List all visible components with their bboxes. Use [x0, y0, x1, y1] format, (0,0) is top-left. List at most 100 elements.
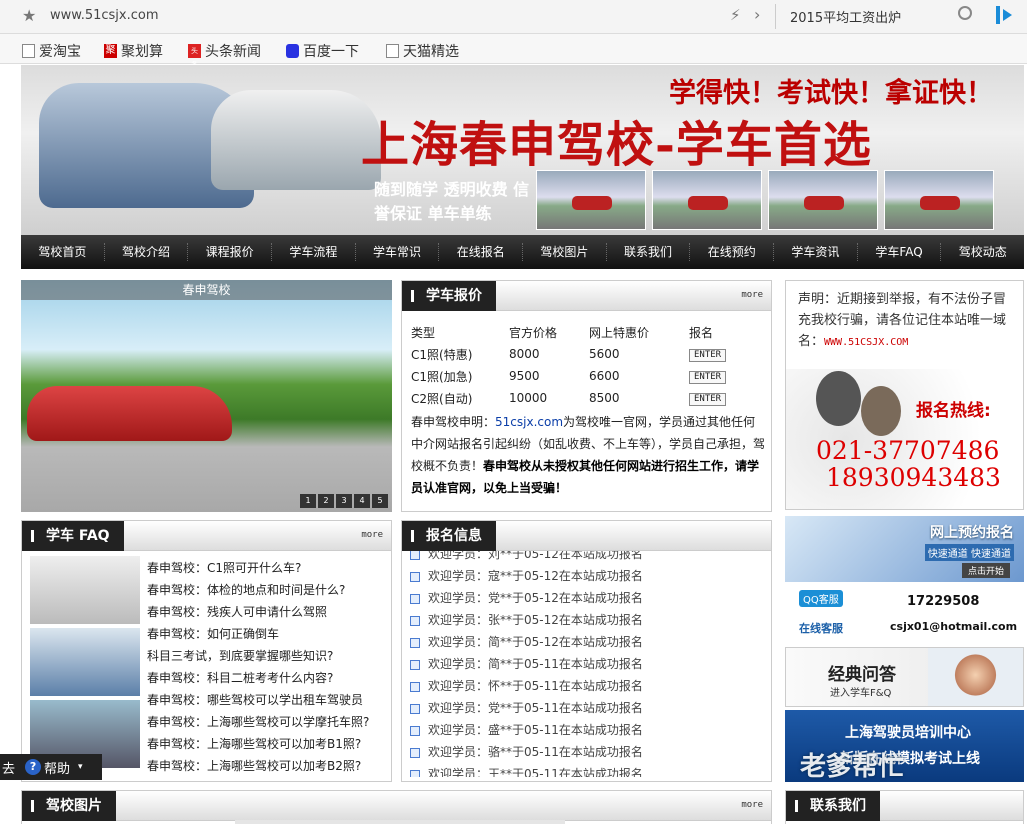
slideshow-pager: 1 2 3 4 5: [300, 494, 388, 508]
slide-page-button[interactable]: 3: [336, 494, 352, 508]
online-price: 6600: [589, 369, 620, 383]
faq-photo-classroom: [30, 628, 140, 696]
faq-item[interactable]: 春申驾校：C1照可开什么车?: [147, 557, 391, 579]
notice-url[interactable]: 51csjx.com: [495, 415, 563, 429]
list-item: 欢迎学员：张**于05-12在本站成功报名: [408, 609, 768, 631]
help-icon: ?: [25, 759, 42, 775]
faq-images: [30, 556, 140, 772]
classic-qa-banner[interactable]: 经典问答 进入学车F&Q: [785, 647, 1024, 707]
list-item: 欢迎学员：怀**于05-11在本站成功报名: [408, 675, 768, 697]
nav-updates[interactable]: 驾校动态: [941, 243, 1024, 261]
list-item: 欢迎学员：寇**于05-12在本站成功报名: [408, 565, 768, 587]
photo-slideshow[interactable]: 春申驾校 1 2 3 4 5: [21, 280, 392, 512]
nav-booking[interactable]: 在线预约: [690, 243, 775, 261]
bookmark-tmall[interactable]: 天猫精选: [386, 41, 459, 61]
nav-about[interactable]: 驾校介绍: [105, 243, 189, 261]
nav-process[interactable]: 学车流程: [272, 243, 356, 261]
support-agent-image: [928, 648, 1023, 706]
booking-start-button[interactable]: 点击开始: [961, 563, 1010, 578]
faq-item[interactable]: 春申驾校：上海哪些驾校可以加考B1照?: [147, 733, 391, 755]
operator-avatar: [861, 386, 901, 436]
nav-signup[interactable]: 在线报名: [439, 243, 524, 261]
main-nav: 驾校首页 驾校介绍 课程报价 学车流程 学车常识 在线报名 驾校图片 联系我们 …: [21, 235, 1024, 269]
table-row: C1照(加急) 9500 6600 ENTER: [411, 365, 761, 387]
hotline-label: 报名热线:: [916, 401, 991, 421]
license-type: C1照(特惠): [411, 347, 473, 362]
help-widget[interactable]: 去 ? 帮助 ▾: [0, 754, 102, 780]
bookmark-toutiao[interactable]: 头条头条新闻: [188, 41, 261, 69]
faq-item[interactable]: 春申驾校：上海哪些驾校可以学摩托车照?: [147, 711, 391, 733]
table-row: C1照(特惠) 8000 5600 ENTER: [411, 343, 761, 365]
faq-more-link[interactable]: more: [361, 530, 383, 540]
faq-item[interactable]: 春申驾校：上海哪些驾校可以加考B2照?: [147, 755, 391, 777]
slide-page-button[interactable]: 2: [318, 494, 334, 508]
page-icon: [22, 44, 35, 58]
column-header: 报名: [689, 325, 714, 340]
banner-slogan-bottom: 随到随学 透明收费 信誉保证 单车单练: [374, 180, 530, 223]
enter-button[interactable]: ENTER: [689, 349, 727, 362]
official-domain[interactable]: WWW.51CSJX.COM: [824, 337, 908, 348]
qq-service-button[interactable]: QQ客服: [799, 590, 843, 607]
speed-mode-icon[interactable]: ⚡: [730, 6, 741, 24]
juhuasuan-icon: 聚: [104, 44, 117, 58]
enter-button[interactable]: ENTER: [689, 393, 727, 406]
banner-thumb-3: [768, 170, 878, 230]
address-bar[interactable]: www.51csjx.com: [50, 8, 159, 23]
service-email[interactable]: csjx01@hotmail.com: [890, 620, 1017, 633]
faq-item[interactable]: 春申驾校：体检的地点和时间是什么?: [147, 579, 391, 601]
online-service-button[interactable]: 在线客服: [799, 620, 843, 636]
nav-knowledge[interactable]: 学车常识: [356, 243, 440, 261]
banner-thumb-2: [652, 170, 762, 230]
faq-photo-cars: [30, 556, 140, 624]
gallery-panel-title: 驾校图片: [22, 791, 116, 821]
bookmark-juhuasuan[interactable]: 聚聚划算: [104, 41, 163, 61]
customer-service-row: QQ客服 17229508 在线客服 csjx01@hotmail.com: [785, 586, 1024, 642]
price-more-link[interactable]: more: [741, 290, 763, 300]
nav-pricing[interactable]: 课程报价: [188, 243, 273, 261]
column-header: 官方价格: [509, 325, 558, 340]
online-price: 5600: [589, 347, 620, 361]
official-price: 10000: [509, 391, 548, 405]
nav-news[interactable]: 学车资讯: [774, 243, 858, 261]
chevron-right-icon[interactable]: ›: [754, 5, 760, 24]
slideshow-caption: 春申驾校: [21, 280, 392, 300]
notice-prefix: 春申驾校申明：: [411, 415, 496, 429]
table-header-row: 类型 官方价格 网上特惠价 报名: [411, 321, 761, 343]
slide-page-button[interactable]: 5: [372, 494, 388, 508]
media-play-icon[interactable]: [996, 6, 1014, 24]
hotline-number-2: 18930943483: [826, 463, 1001, 492]
list-item: 欢迎学员：骆**于05-11在本站成功报名: [408, 741, 768, 763]
gallery-panel-header: 驾校图片 more: [22, 791, 771, 821]
slide-page-button[interactable]: 1: [300, 494, 316, 508]
list-item: 欢迎学员：简**于05-11在本站成功报名: [408, 653, 768, 675]
slide-page-button[interactable]: 4: [354, 494, 370, 508]
faq-item[interactable]: 科目三考试，到底要掌握哪些知识?: [147, 645, 391, 667]
nav-contact[interactable]: 联系我们: [607, 243, 691, 261]
online-booking-banner[interactable]: 网上预约报名 快速通道 快速通道 点击开始: [785, 516, 1024, 582]
registration-panel-header: 报名信息: [402, 521, 771, 551]
banner-thumb-4: [884, 170, 994, 230]
faq-item[interactable]: 春申驾校：如何正确倒车: [147, 623, 391, 645]
faq-item[interactable]: 春申驾校：残疾人可申请什么驾照: [147, 601, 391, 623]
faq-item[interactable]: 春申驾校：科目二桩考考什么内容?: [147, 667, 391, 689]
list-item: 欢迎学员：盛**于05-11在本站成功报名: [408, 719, 768, 741]
banner-car-image-2: [211, 90, 381, 190]
bookmark-baidu[interactable]: 百度一下: [286, 41, 359, 61]
faq-panel-header: 学车 FAQ more: [22, 521, 391, 551]
browser-search-input[interactable]: 2015平均工资出炉: [790, 7, 901, 26]
qa-subtitle: 进入学车F&Q: [830, 688, 892, 699]
help-label: 帮助: [44, 761, 71, 777]
training-line-1: 上海驾驶员培训中心: [845, 725, 971, 741]
nav-gallery[interactable]: 驾校图片: [523, 243, 607, 261]
search-icon[interactable]: [958, 6, 972, 20]
enter-button[interactable]: ENTER: [689, 371, 727, 384]
bookmark-star-icon[interactable]: ★: [22, 6, 36, 25]
list-item: 欢迎学员：党**于05-12在本站成功报名: [408, 587, 768, 609]
nav-home[interactable]: 驾校首页: [21, 243, 105, 261]
registration-list: 欢迎学员：刘**于05-12在本站成功报名 欢迎学员：寇**于05-12在本站成…: [408, 551, 768, 777]
contact-panel-title: 联系我们: [786, 791, 880, 821]
gallery-more-link[interactable]: more: [741, 800, 763, 810]
bookmark-aitaobao[interactable]: 爱淘宝: [22, 41, 81, 61]
faq-item[interactable]: 春申驾校：哪些驾校可以学出租车驾驶员: [147, 689, 391, 711]
nav-faq[interactable]: 学车FAQ: [858, 243, 942, 261]
